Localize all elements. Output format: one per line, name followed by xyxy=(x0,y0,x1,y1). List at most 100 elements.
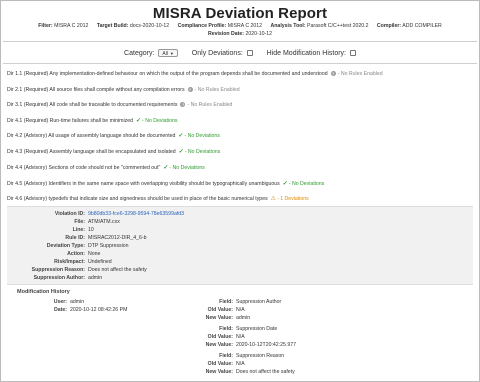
field-value: Suppression Author xyxy=(236,299,282,305)
old-value: N/A xyxy=(236,361,245,367)
violation-id-link[interactable]: 9b80db33-fce6-3298-9594-78e63599afd3 xyxy=(88,211,184,217)
category-select-value: All xyxy=(162,51,168,57)
field-label: Field: xyxy=(219,299,233,305)
filter-value: MISRA C 2012 xyxy=(54,23,89,29)
rule-status: - No Deviations xyxy=(169,165,205,171)
history-user-row: User: admin xyxy=(17,299,84,305)
deviation-type-value: DTP Suppression xyxy=(88,243,129,249)
new-value-label: New Value: xyxy=(205,315,233,321)
report-window: MISRA Deviation Report Filter: MISRA C 2… xyxy=(0,0,480,382)
change-new-row: New Value: Does not affect the safety xyxy=(191,369,295,375)
old-value-label: Old Value: xyxy=(207,334,233,340)
report-meta-line-1: Filter: MISRA C 2012 Target Build: docs-… xyxy=(1,23,479,29)
action-row: Action: None xyxy=(11,251,100,257)
rule-status: - No Deviations xyxy=(184,133,220,139)
compiler-label: Compiler: xyxy=(376,23,402,29)
rule-row: Dir 4.5 (Advisory) Identifiers in the sa… xyxy=(7,180,324,187)
action-value: None xyxy=(88,251,101,257)
new-value-label: New Value: xyxy=(205,369,233,375)
compliance-profile-value: MISRA C 2012 xyxy=(227,23,263,29)
rule-row: Dir 2.1 (Required) All source files shal… xyxy=(7,87,240,93)
rule-text: Dir 4.2 (Advisory) All usage of assembly… xyxy=(7,133,176,139)
rule-id-value: MISRAC2012-DIR_4_6-b xyxy=(88,235,147,241)
checkmark-icon: ✓ xyxy=(178,149,184,155)
rule-status: - No Deviations xyxy=(288,181,325,187)
checkmark-icon: ✓ xyxy=(178,133,184,139)
rule-text: Dir 1.1 (Required) Any implementation-de… xyxy=(7,71,328,77)
old-value-label: Old Value: xyxy=(207,307,233,313)
suppression-author-row: Suppression Author: admin xyxy=(11,275,103,281)
target-build-label: Target Build: xyxy=(96,23,129,29)
hide-history-checkbox[interactable] xyxy=(349,50,356,56)
change-field-row: Field: Suppression Author xyxy=(191,299,281,305)
line-label: Line: xyxy=(72,227,85,233)
revision-date-value: 2020-10-12 xyxy=(245,31,273,37)
rule-text: Dir 4.4 (Advisory) Sections of code shou… xyxy=(7,165,161,171)
checkmark-icon: ✓ xyxy=(136,118,142,124)
modification-history-title: Modification History xyxy=(17,289,70,295)
rule-text: Dir 4.5 (Advisory) Identifiers in the sa… xyxy=(7,181,280,187)
field-value: Suppression Date xyxy=(236,326,278,332)
hide-history-label: Hide Modification History: xyxy=(266,49,346,57)
category-label: Category: xyxy=(124,49,155,57)
change-new-row: New Value: 2020-10-12T20:42:25.977 xyxy=(191,342,296,348)
field-label: Field: xyxy=(219,326,233,332)
compliance-profile-label: Compliance Profile: xyxy=(177,23,227,29)
rule-status: - No Rules Enabled xyxy=(194,87,240,93)
new-value: admin xyxy=(236,315,251,321)
new-value: Does not affect the safety xyxy=(236,369,295,375)
deviation-type-label: Deviation Type: xyxy=(46,243,85,249)
rule-status: - No Rules Enabled xyxy=(187,102,233,108)
change-old-row: Old Value: N/A xyxy=(191,307,245,313)
change-field-row: Field: Suppression Date xyxy=(191,326,277,332)
old-value: N/A xyxy=(236,307,245,313)
old-value-label: Old Value: xyxy=(207,361,233,367)
rule-row: Dir 4.1 (Required) Run-time failures sha… xyxy=(7,117,178,124)
help-icon: ? xyxy=(330,71,336,77)
rule-text: Dir 2.1 (Required) All source files shal… xyxy=(7,87,185,93)
rule-text: Dir 4.3 (Required) Assembly language sha… xyxy=(7,149,176,155)
divider xyxy=(3,41,477,42)
history-user-value: admin xyxy=(70,299,85,305)
risk-impact-value: Undefined xyxy=(88,259,112,265)
rule-status: - No Deviations xyxy=(184,149,221,155)
rule-id-row: Rule ID: MISRAC2012-DIR_4_6-b xyxy=(11,235,147,241)
page-title: MISRA Deviation Report xyxy=(152,5,328,22)
deviation-type-row: Deviation Type: DTP Suppression xyxy=(11,243,129,249)
rule-row: Dir 4.4 (Advisory) Sections of code shou… xyxy=(7,164,205,171)
category-select[interactable]: All ▼ xyxy=(158,49,178,57)
revision-date-label: Revision Date: xyxy=(207,31,245,37)
violation-id-row: Violation ID: 9b80db33-fce6-3298-9594-78e… xyxy=(11,211,184,217)
suppression-reason-row: Suppression Reason: Does not affect the s… xyxy=(11,267,147,273)
suppression-reason-label: Suppression Reason: xyxy=(31,267,85,273)
history-date-row: Date: 2020-10-12 08:42:26 PM xyxy=(17,307,127,313)
file-value: ATM/ATM.cxx xyxy=(88,219,120,225)
violation-id-label: Violation ID: xyxy=(54,211,85,217)
rule-row: Dir 1.1 (Required) Any implementation-de… xyxy=(7,71,383,77)
suppression-reason-value: Does not affect the safety xyxy=(88,267,147,273)
history-user-label: User: xyxy=(53,299,67,305)
divider xyxy=(3,63,477,64)
help-icon: ? xyxy=(180,102,186,108)
filter-label: Filter: xyxy=(38,23,53,29)
history-date-label: Date: xyxy=(54,307,67,313)
line-row: Line: 10 xyxy=(11,227,94,233)
field-value: Suppression Reason xyxy=(236,353,285,359)
rule-text: Dir 4.1 (Required) Run-time failures sha… xyxy=(7,118,133,124)
only-deviations-checkbox[interactable] xyxy=(246,50,253,56)
suppression-author-label: Suppression Author: xyxy=(33,275,85,281)
rule-id-label: Rule ID: xyxy=(65,235,85,241)
field-label: Field: xyxy=(219,353,233,359)
change-field-row: Field: Suppression Reason xyxy=(191,353,284,359)
checkmark-icon: ✓ xyxy=(163,165,169,171)
analysis-tool-label: Analysis Tool: xyxy=(270,23,306,29)
rule-row: Dir 4.3 (Required) Assembly language sha… xyxy=(7,148,220,155)
help-icon: ? xyxy=(187,87,193,93)
rule-row[interactable]: Dir 4.6 (Advisory) typedefs that indicat… xyxy=(7,195,309,202)
report-meta-line-2: Revision Date: 2020-10-12 xyxy=(1,31,479,37)
risk-impact-row: Risk/Impact: Undefined xyxy=(11,259,112,265)
new-value: 2020-10-12T20:42:25.977 xyxy=(236,342,296,348)
line-value: 10 xyxy=(88,227,94,233)
change-old-row: Old Value: N/A xyxy=(191,361,245,367)
compiler-value: ADD COMPILER xyxy=(402,23,442,29)
